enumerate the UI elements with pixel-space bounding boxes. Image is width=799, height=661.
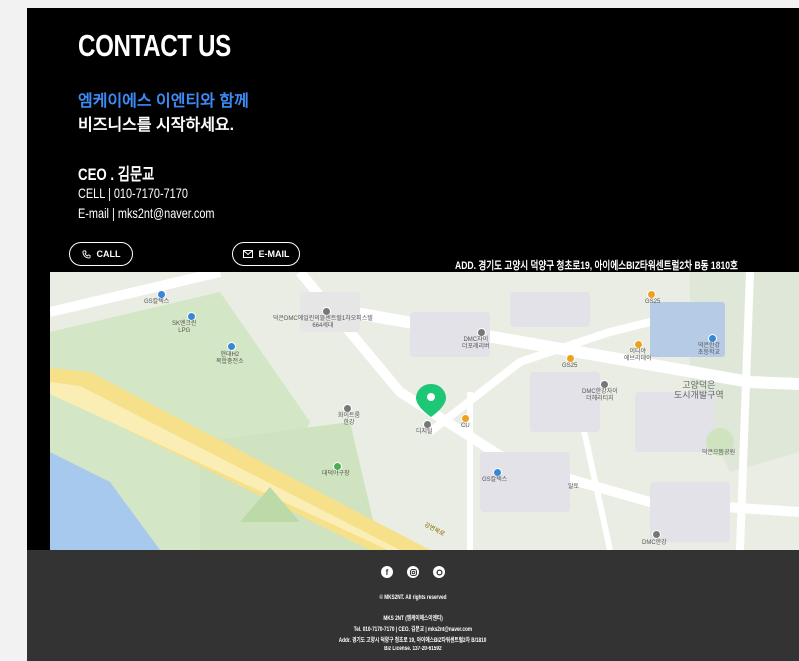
- facebook-icon[interactable]: f: [381, 566, 393, 578]
- gas-station-icon: [187, 312, 196, 321]
- building-icon: [423, 420, 432, 429]
- map-label-digital: 디지털: [416, 429, 433, 435]
- school-icon: [708, 334, 717, 343]
- building-icon: [343, 404, 352, 413]
- map-label-h2: 현대H2 복합충전소: [216, 352, 244, 365]
- ceo-name: CEO . 김문교: [78, 165, 155, 184]
- address-text: ADD. 경기도 고양시 덕양구 청초로19, 아이에스BIZ타워센트럴2차 B…: [455, 260, 738, 272]
- call-label: CALL: [96, 249, 121, 259]
- map-label-district: 고양덕은 도시개발구역: [674, 380, 724, 400]
- store-icon: [461, 414, 470, 423]
- site-footer: f © MKS2NT. All rights reserved MKS 2NT …: [27, 550, 799, 661]
- gas-station-icon: [157, 290, 166, 299]
- email-button[interactable]: E-MAIL: [232, 242, 300, 266]
- footer-tel: Tel. 010-7170-7170 | CEO. 김문교 | mks2nt@n…: [353, 627, 473, 633]
- social-links: f: [27, 566, 799, 578]
- map-label-gs25-top: GS25: [645, 299, 661, 305]
- building-icon: [322, 307, 331, 316]
- instagram-icon[interactable]: [407, 566, 419, 578]
- email-address: E-mail | mks2nt@naver.com: [78, 205, 215, 221]
- map-label-school: 덕은한강 초등학교: [698, 343, 721, 356]
- cafe-icon: [634, 340, 643, 349]
- map-label-ediya: 이디야 에브리데이: [624, 349, 652, 362]
- map-label-officetel: 덕은DMC에일린의뜰센트럴1차오피스텔 664세대: [273, 316, 373, 329]
- footer-copyright: © MKS2NT. All rights reserved: [379, 595, 447, 601]
- map-label-whiteroom: 화이트룸 한강: [338, 413, 361, 426]
- section-title: CONTACT US: [78, 28, 231, 63]
- phone-icon: [81, 249, 91, 259]
- map-label-gs-bottom: GS칼텍스: [482, 477, 508, 483]
- cell-number: CELL | 010-7170-7170: [78, 185, 188, 201]
- footer-company: MKS 2NT (엠케이에스이엔티): [383, 616, 443, 622]
- map-label-gs: GS칼텍스: [144, 299, 170, 305]
- mail-icon: [242, 250, 253, 258]
- gas-station-icon: [493, 468, 502, 477]
- store-icon: [566, 354, 575, 363]
- map-label-gs25-mid: GS25: [562, 363, 578, 369]
- map-label-dmcxi: DMC자이 더포레리버: [462, 337, 490, 350]
- map-label-dmcxi2: DMC한강자이 더헤리티지: [582, 389, 618, 402]
- location-map[interactable]: GS칼텍스 SK엔크린 LPG 현대H2 복합충전소 덕은DMC에일린의뜰센트럴…: [50, 272, 799, 550]
- map-label-dmc-bottom: DMC한강: [642, 540, 667, 546]
- map-label-baseball: 대덕야구장: [322, 471, 350, 477]
- footer-address: Addr. 경기도 고양시 덕양구 청초로 19, 아이에스BIZ타워센트럴2차…: [339, 638, 487, 644]
- sports-icon: [333, 462, 342, 471]
- email-label: E-MAIL: [258, 249, 290, 259]
- map-label-mart: 알토: [568, 484, 580, 490]
- building-icon: [477, 328, 486, 337]
- headline-blue: 엠케이에스 이엔티와 함께: [78, 93, 249, 110]
- footer-license: Biz License. 137-20-61592: [384, 646, 442, 652]
- contact-section: CONTACT US 엠케이에스 이엔티와 함께 비즈니스를 시작하세요. CE…: [27, 8, 799, 661]
- call-button[interactable]: CALL: [69, 242, 133, 266]
- building-icon: [600, 380, 609, 389]
- map-label-sk: SK엔크린 LPG: [172, 321, 197, 334]
- store-icon: [647, 290, 656, 299]
- map-label-park: 덕은으뜸공원: [702, 450, 736, 456]
- gas-station-icon: [227, 342, 236, 351]
- blog-icon[interactable]: [433, 566, 445, 578]
- map-canvas: [50, 272, 799, 550]
- building-icon: [652, 530, 661, 539]
- headline-white: 비즈니스를 시작하세요.: [78, 117, 235, 134]
- map-label-cu: CU: [461, 423, 470, 429]
